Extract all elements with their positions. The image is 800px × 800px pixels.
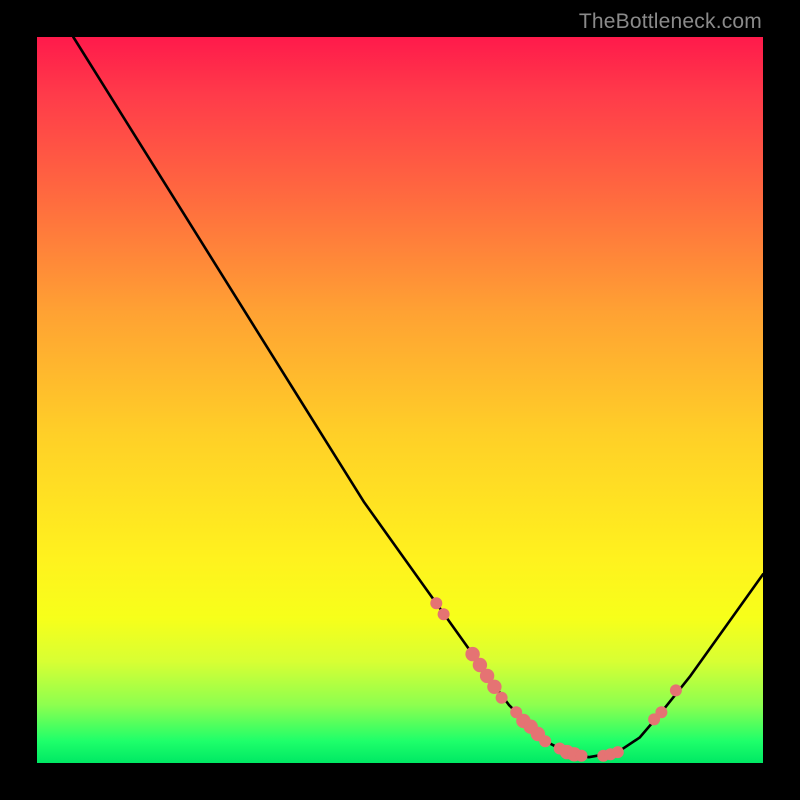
curve-marker: [576, 750, 588, 762]
curve-marker: [539, 735, 551, 747]
curve-marker: [487, 680, 501, 694]
curve-marker: [438, 608, 450, 620]
attribution-label: TheBottleneck.com: [579, 10, 762, 34]
curve-marker: [496, 692, 508, 704]
curve-markers: [430, 597, 682, 761]
curve-marker: [430, 597, 442, 609]
curve-marker: [655, 706, 667, 718]
curve-marker: [612, 746, 624, 758]
curve-marker: [670, 684, 682, 696]
bottleneck-curve: [73, 37, 763, 757]
chart-frame: TheBottleneck.com: [0, 0, 800, 800]
chart-overlay: [37, 37, 763, 763]
